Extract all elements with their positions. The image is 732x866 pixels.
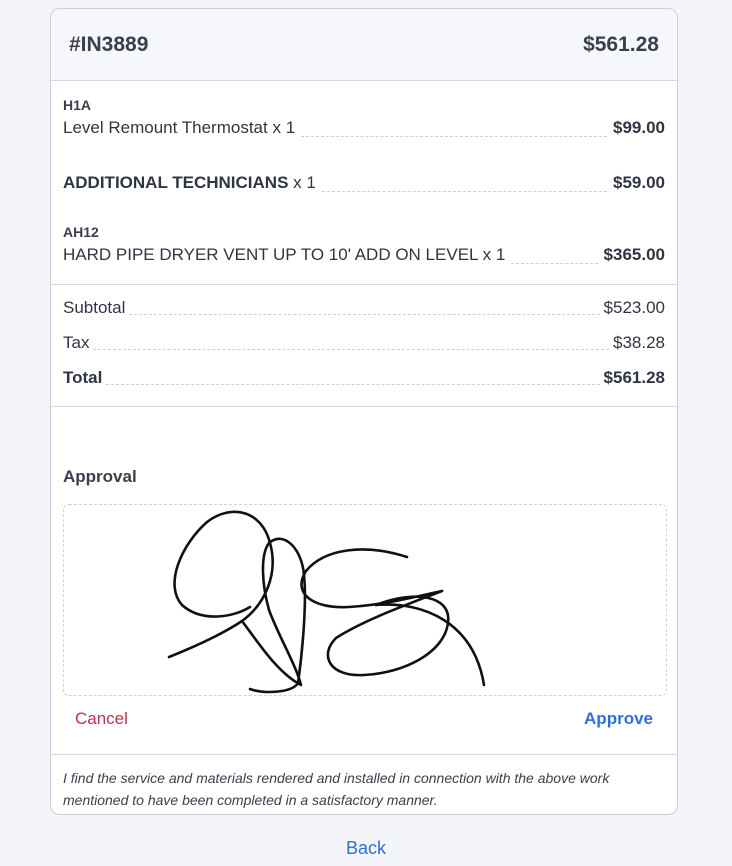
item-description: Level Remount Thermostat	[63, 118, 268, 137]
dotted-leader	[93, 348, 609, 350]
item-code: AH12	[63, 224, 99, 240]
item-code: H1A	[63, 97, 92, 113]
item-quantity: x 1	[482, 245, 506, 264]
dotted-leader	[301, 135, 607, 137]
item-price: $99.00	[613, 118, 665, 137]
subtotal-value: $523.00	[603, 298, 665, 317]
item-price: $365.00	[603, 245, 665, 264]
total-row: Total $561.28	[63, 368, 665, 388]
line-items: H1A Level Remount Thermostat x 1 $99.00 …	[51, 81, 677, 285]
invoice-total: $561.28	[583, 32, 659, 56]
list-item: AH12 HARD PIPE DRYER VENT UP TO 10' ADD …	[63, 224, 665, 265]
tax-row: Tax $38.28	[63, 333, 665, 353]
approve-button[interactable]: Approve	[584, 709, 653, 729]
subtotal-label: Subtotal	[63, 298, 126, 317]
invoice-header: #IN3889 $561.28	[51, 9, 677, 81]
back-link[interactable]: Back	[0, 838, 732, 859]
totals-section: Subtotal $523.00 Tax $38.28 Total $561.2…	[51, 285, 677, 407]
item-description: ADDITIONAL TECHNICIANS	[63, 173, 289, 192]
signature-drawing	[167, 510, 486, 694]
item-price: $59.00	[613, 173, 665, 192]
disclaimer-text: I find the service and materials rendere…	[51, 754, 677, 811]
subtotal-row: Subtotal $523.00	[63, 298, 665, 318]
dotted-leader	[106, 383, 600, 385]
item-quantity: x 1	[272, 118, 296, 137]
list-item: H1A Level Remount Thermostat x 1 $99.00	[63, 97, 665, 138]
approval-label: Approval	[63, 467, 137, 486]
item-description: HARD PIPE DRYER VENT UP TO 10' ADD ON LE…	[63, 245, 478, 264]
signature-pad[interactable]	[63, 504, 667, 696]
list-item: ADDITIONAL TECHNICIANS x 1 $59.00	[63, 173, 665, 193]
dotted-leader	[321, 190, 607, 192]
total-value: $561.28	[603, 368, 665, 387]
tax-value: $38.28	[613, 333, 665, 352]
invoice-card: #IN3889 $561.28 H1A Level Remount Thermo…	[50, 8, 678, 815]
cancel-button[interactable]: Cancel	[75, 709, 128, 729]
total-label: Total	[63, 368, 103, 387]
tax-label: Tax	[63, 333, 90, 352]
item-quantity: x 1	[293, 173, 316, 192]
dotted-leader	[129, 313, 600, 315]
invoice-number: #IN3889	[69, 32, 149, 56]
dotted-leader	[511, 262, 598, 264]
